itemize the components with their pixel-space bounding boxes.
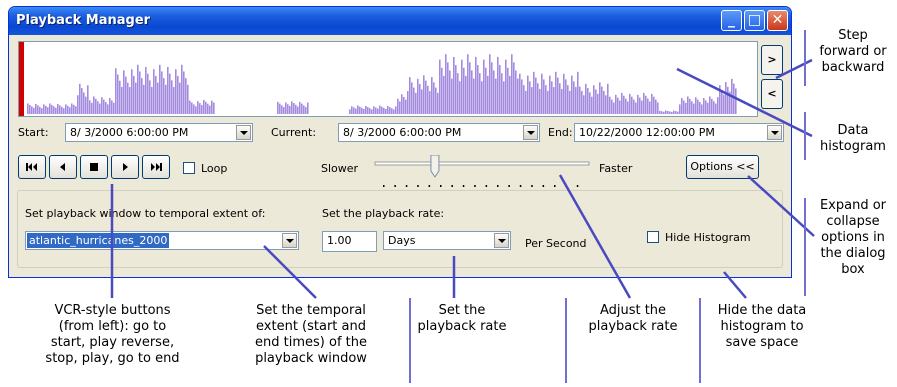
step-annotation: Step forward or backward: [819, 28, 887, 75]
hide-annotation: Hide the data histogram to save space: [717, 303, 807, 350]
adjust-rate-annotation: Adjust the playback rate: [588, 303, 678, 334]
expand-annotation: Expand or collapse options in the dialog…: [819, 198, 887, 277]
step-leader-line: [775, 58, 813, 80]
histogram-annotation: Data histogram: [820, 123, 886, 154]
extent-leader-line: [263, 245, 317, 299]
set-rate-annotation: Set the playback rate: [417, 303, 507, 334]
extent-annotation: Set the temporal extent (start and end t…: [255, 303, 367, 366]
hide-leader-line: [723, 271, 747, 299]
adjust-rate-leader-line: [558, 174, 632, 299]
histogram-leader-line: [676, 67, 813, 138]
vcr-annotation: VCR-style buttons (from left): go to sta…: [45, 303, 180, 366]
